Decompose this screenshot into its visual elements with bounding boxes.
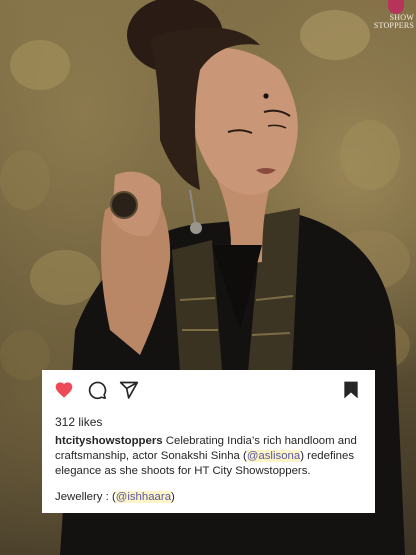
post-caption-card: 312 likes htcityshowstoppers Celebrating… — [42, 370, 375, 513]
brand-watermark: SHOW STOPPERS — [374, 0, 414, 34]
brand-watermark-line2: STOPPERS — [373, 21, 414, 30]
username-link[interactable]: htcityshowstoppers — [55, 435, 163, 447]
share-icon[interactable] — [119, 380, 139, 400]
comment-icon[interactable] — [87, 380, 107, 400]
credit-close: ) — [171, 491, 175, 503]
mention-link[interactable]: @aslisona — [246, 450, 301, 462]
heart-icon[interactable] — [54, 380, 74, 400]
post-actions-bar — [54, 380, 361, 400]
credit-label: Jewellery : ( — [55, 491, 116, 503]
brand-seal — [388, 0, 404, 14]
bookmark-icon[interactable] — [341, 380, 361, 400]
jewellery-credit: Jewellery : (@ishhaara) — [55, 491, 175, 503]
jewellery-mention-link[interactable]: @ishhaara — [115, 491, 172, 503]
likes-count[interactable]: 312 likes — [55, 415, 102, 429]
post-caption: htcityshowstoppers Celebrating India’s r… — [55, 434, 367, 479]
